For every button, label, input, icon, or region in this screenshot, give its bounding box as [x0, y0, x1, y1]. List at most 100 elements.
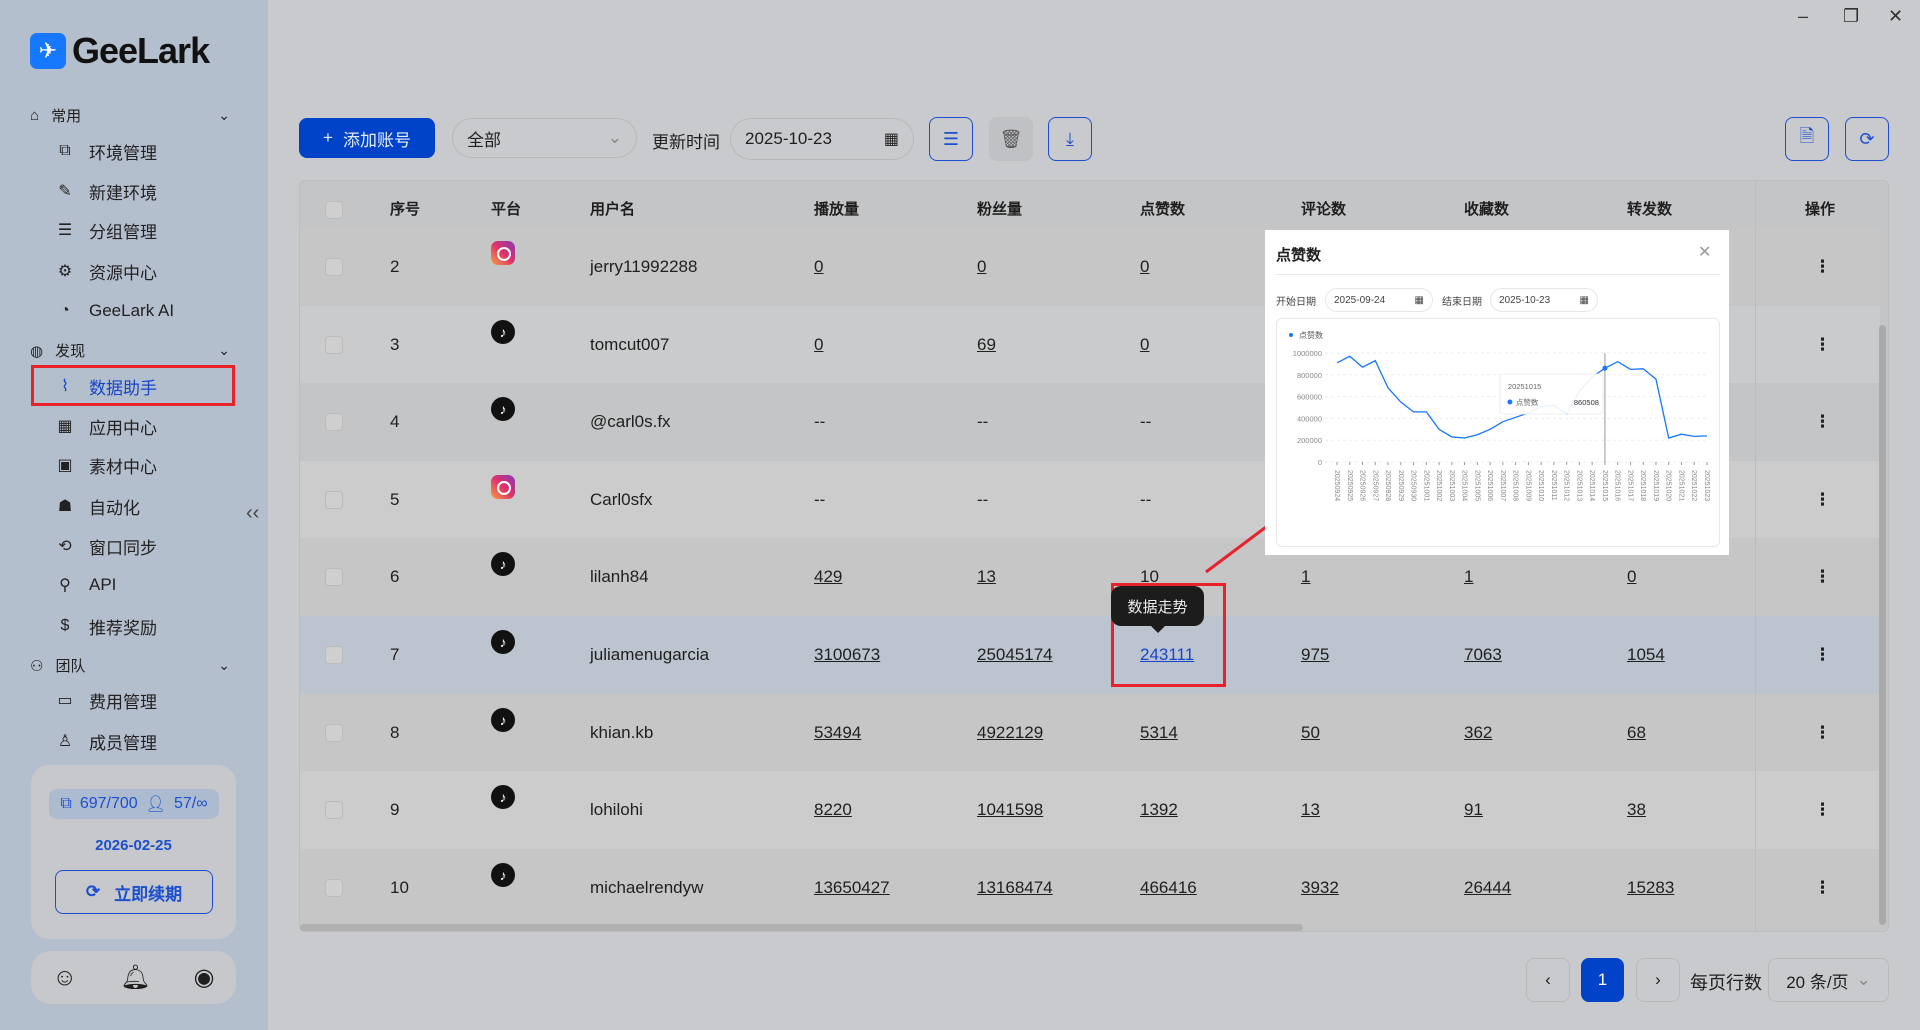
row-checkbox[interactable] — [325, 258, 343, 276]
nav-section-2[interactable]: ⚇ 团队 ⌄ — [30, 655, 230, 676]
download-button[interactable]: ⤓ — [1048, 117, 1092, 161]
update-time-picker[interactable]: 2025-10-23 ▦ — [730, 118, 914, 160]
account-icon[interactable]: ◉ — [194, 963, 215, 992]
x-tick-label: 20251007 — [1499, 470, 1506, 501]
vertical-scrollbar[interactable] — [1879, 325, 1886, 925]
renew-button[interactable]: ⟳ 立即续期 — [55, 870, 213, 914]
cell-views[interactable]: 13650427 — [814, 849, 890, 927]
next-page-button[interactable]: › — [1636, 958, 1680, 1002]
cell-comments[interactable]: 13 — [1301, 771, 1320, 849]
row-checkbox[interactable] — [325, 646, 343, 664]
cell-shares[interactable]: 38 — [1627, 771, 1646, 849]
cell-shares[interactable]: 15283 — [1627, 849, 1674, 927]
minimize-icon[interactable]: – — [1798, 6, 1808, 27]
more-actions-icon[interactable]: ⋮ — [1814, 538, 1831, 616]
sidebar-item-1-0[interactable]: ⌇ 数据助手 — [55, 370, 230, 402]
cell-views[interactable]: 8220 — [814, 771, 852, 849]
bell-icon[interactable]: 🔔︎ — [120, 963, 150, 992]
cell-comments[interactable]: 3932 — [1301, 849, 1339, 927]
more-actions-icon[interactable]: ⋮ — [1814, 383, 1831, 461]
more-actions-icon[interactable]: ⋮ — [1814, 616, 1831, 694]
filter-settings-button[interactable]: ☰ — [929, 117, 973, 161]
cell-favs[interactable]: 26444 — [1464, 849, 1511, 927]
cell-fans[interactable]: 4922129 — [977, 694, 1043, 772]
row-checkbox[interactable] — [325, 413, 343, 432]
sidebar-item-1-4[interactable]: ⟲ 窗口同步 — [55, 530, 230, 562]
user-icon: ♙ — [57, 733, 73, 750]
calendar-icon: ▦ — [1579, 294, 1589, 306]
row-checkbox[interactable] — [325, 878, 343, 897]
sidebar-item-1-3[interactable]: ☗ 自动化 — [55, 490, 230, 522]
end-date-label: 结束日期 — [1442, 297, 1482, 308]
cell-likes[interactable]: 466416 — [1140, 849, 1197, 927]
cell-favs[interactable]: 91 — [1464, 771, 1483, 849]
select-all-checkbox[interactable] — [325, 201, 343, 219]
operation-column-divider — [1755, 181, 1756, 931]
cell-shares[interactable]: 68 — [1627, 694, 1646, 772]
more-actions-icon[interactable]: ⋮ — [1814, 694, 1831, 772]
sidebar-item-1-6[interactable]: $ 推荐奖励 — [55, 610, 230, 642]
cell-views[interactable]: 429 — [814, 538, 842, 616]
restore-icon[interactable]: ❐ — [1843, 6, 1859, 27]
sidebar-item-label: 数据助手 — [89, 378, 157, 398]
collapse-sidebar-icon[interactable]: ‹‹ — [246, 502, 259, 525]
row-checkbox[interactable] — [325, 723, 343, 742]
refresh-button[interactable]: ⟳ — [1845, 117, 1889, 161]
cell-favs[interactable]: 362 — [1464, 694, 1492, 772]
row-checkbox[interactable] — [325, 335, 343, 354]
more-actions-icon[interactable]: ⋮ — [1814, 461, 1831, 539]
cell-fans[interactable]: 1041598 — [977, 771, 1043, 849]
sidebar-item-0-3[interactable]: ⚙ 资源中心 — [55, 255, 230, 287]
cell-views[interactable]: 0 — [814, 228, 823, 306]
platform-filter-select[interactable]: 全部 ⌄ — [452, 118, 637, 158]
cell-fans[interactable]: 25045174 — [977, 616, 1053, 694]
cell-fans[interactable]: 13168474 — [977, 849, 1053, 927]
delete-button[interactable]: 🗑︎ — [989, 117, 1033, 161]
cell-shares[interactable]: 1054 — [1627, 616, 1665, 694]
nav-section-1[interactable]: ◍ 发现 ⌄ — [30, 340, 230, 361]
sidebar-item-1-1[interactable]: ▦ 应用中心 — [55, 410, 230, 442]
more-actions-icon[interactable]: ⋮ — [1814, 771, 1831, 849]
cell-views[interactable]: 0 — [814, 306, 823, 384]
cell-fans[interactable]: 13 — [977, 538, 996, 616]
cell-likes[interactable]: 0 — [1140, 228, 1149, 306]
close-icon[interactable]: ✕ — [1698, 242, 1711, 262]
start-date-picker[interactable]: 2025-09-24 ▦ — [1325, 288, 1433, 312]
add-account-label: 添加账号 — [342, 130, 411, 150]
sidebar-item-1-2[interactable]: ▣ 素材中心 — [55, 449, 230, 481]
sidebar-item-0-0[interactable]: ⧉ 环境管理 — [55, 135, 230, 167]
more-actions-icon[interactable]: ⋮ — [1814, 849, 1831, 927]
cell-likes[interactable]: 1392 — [1140, 771, 1178, 849]
sidebar-item-0-2[interactable]: ☰ 分组管理 — [55, 214, 230, 246]
add-account-button[interactable]: + 添加账号 — [299, 118, 435, 158]
row-checkbox[interactable] — [325, 568, 343, 587]
tiktok-icon: ♪ — [491, 707, 515, 732]
sidebar-item-2-0[interactable]: ▭ 费用管理 — [55, 684, 230, 716]
row-checkbox[interactable] — [325, 490, 343, 509]
cell-views[interactable]: 3100673 — [814, 616, 880, 694]
more-actions-icon[interactable]: ⋮ — [1814, 228, 1831, 306]
prev-page-button[interactable]: ‹ — [1526, 958, 1570, 1002]
cell-comments[interactable]: 50 — [1301, 694, 1320, 772]
sidebar-item-1-5[interactable]: ⚲ API — [55, 569, 230, 601]
cell-comments[interactable]: 975 — [1301, 616, 1329, 694]
nav-section-0[interactable]: ⌂ 常用 ⌄ — [30, 105, 230, 126]
sidebar-item-0-1[interactable]: ✎ 新建环境 — [55, 175, 230, 207]
sidebar-item-2-1[interactable]: ♙ 成员管理 — [55, 725, 230, 757]
row-checkbox[interactable] — [325, 801, 343, 820]
sidebar-item-0-4[interactable]: ◔ GeeLark AI — [55, 295, 230, 327]
rows-per-page-select[interactable]: 20 条/页 ⌄ — [1768, 958, 1889, 1002]
cell-fans[interactable]: 69 — [977, 306, 996, 384]
horizontal-scrollbar[interactable] — [300, 924, 1303, 931]
cell-likes[interactable]: 0 — [1140, 306, 1149, 384]
page-1-button[interactable]: 1 — [1581, 958, 1624, 1002]
end-date-picker[interactable]: 2025-10-23 ▦ — [1490, 288, 1598, 312]
export-doc-button[interactable]: 🗎 — [1785, 117, 1829, 161]
cell-fans[interactable]: 0 — [977, 228, 986, 306]
cell-likes[interactable]: 5314 — [1140, 694, 1178, 772]
close-icon[interactable]: ✕ — [1888, 6, 1903, 27]
cell-favs[interactable]: 7063 — [1464, 616, 1502, 694]
cell-views[interactable]: 53494 — [814, 694, 861, 772]
more-actions-icon[interactable]: ⋮ — [1814, 306, 1831, 384]
support-icon[interactable]: ☺ — [53, 964, 78, 992]
